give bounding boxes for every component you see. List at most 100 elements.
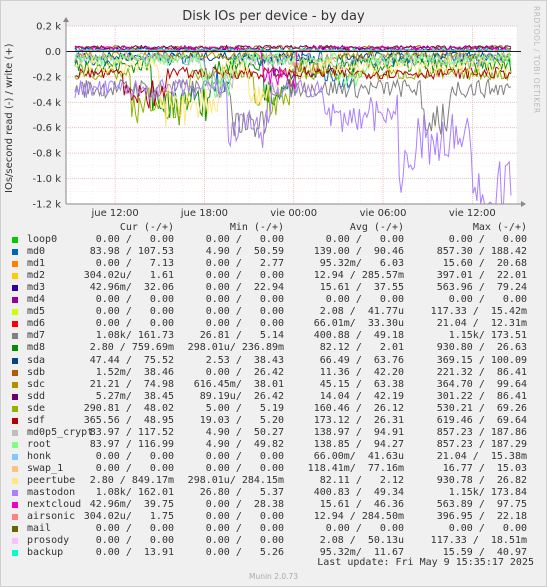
legend-series-name: md5: [27, 306, 46, 318]
legend-value-min: 0.00 / 0.00: [205, 450, 284, 462]
legend-swatch: [12, 237, 18, 244]
legend-swatch: [12, 321, 18, 328]
legend-value-avg: 15.61 / 37.55: [319, 282, 404, 294]
legend-value-avg: 173.12 / 26.31: [313, 414, 404, 426]
legend-row: md3 42.96m/ 32.06 0.00 / 22.94 15.61 / 37.5…: [12, 282, 547, 294]
legend-value-min: 0.00 / 0.00: [205, 511, 284, 523]
legend-value-avg: 15.61 / 46.36: [319, 499, 404, 511]
legend-value-avg: 82.11 / 2.12: [319, 474, 404, 486]
legend-series-name: honk: [27, 450, 52, 462]
legend-value-min: 0.00 / 0.00: [205, 318, 284, 330]
legend-value-cur: 1.08k/ 162.01: [95, 487, 174, 499]
legend-value-min: 5.00 / 5.19: [205, 402, 284, 414]
legend-value-avg: 2.08 / 50.13u: [319, 535, 404, 547]
legend-value-min: 0.00 / 0.00: [205, 234, 284, 246]
legend-value-avg: 95.32m/ 6.03: [319, 258, 404, 270]
legend-swatch: [12, 550, 18, 557]
legend-value-cur: 83.97 / 117.52: [89, 426, 174, 438]
legend-value-cur: 83.98 / 107.53: [89, 246, 174, 258]
x-tick-label: vie 06:00: [360, 208, 407, 219]
legend-column-header: Avg (-/+): [349, 222, 404, 233]
legend-value-max: 117.33 / 15.42m: [430, 306, 527, 318]
legend-series-name: md0: [27, 246, 46, 258]
legend-row: sda 47.44 / 75.52 2.53 / 38.43 66.49 / 63.7…: [12, 355, 547, 367]
legend-value-cur: 0.00 / 0.00: [95, 234, 174, 246]
legend-swatch: [12, 477, 18, 484]
legend-value-max: 15.60 / 20.68: [442, 258, 527, 270]
legend-value-max: 857.23 / 187.29: [436, 438, 527, 450]
legend-row: md2 304.02u/ 1.61 0.00 / 0.00 12.94 / 285.5…: [12, 270, 547, 282]
legend-series-name: md0p5_crypt: [27, 426, 94, 438]
legend-swatch: [12, 285, 18, 292]
x-tick-label: jue 18:00: [180, 208, 228, 219]
y-tick-label: -0.4 k: [33, 98, 62, 109]
legend-value-max: 563.89 / 97.75: [436, 499, 527, 511]
legend-value-cur: 0.00 / 7.13: [95, 258, 174, 270]
legend-value-cur: 290.81 / 48.02: [83, 402, 174, 414]
legend-value-cur: 0.00 / 0.00: [95, 535, 174, 547]
legend-value-min: 26.81 / 5.14: [199, 330, 284, 342]
legend-value-min: 0.00 / 28.38: [205, 499, 284, 511]
legend-value-cur: 304.02u/ 1.75: [83, 511, 174, 523]
legend-series-name: prosody: [27, 535, 70, 547]
legend-value-max: 301.22 / 86.41: [436, 390, 527, 402]
legend-swatch: [12, 405, 18, 412]
legend-value-cur: 0.00 / 0.00: [95, 306, 174, 318]
legend-value-max: 117.33 / 18.51m: [430, 535, 527, 547]
legend-swatch: [12, 345, 18, 352]
legend-value-avg: 11.36 / 42.20: [319, 366, 404, 378]
legend-series-name: md6: [27, 318, 46, 330]
legend-series-name: backup: [27, 547, 64, 559]
x-tick-label: jue 12:00: [90, 208, 138, 219]
legend-swatch: [12, 249, 18, 256]
legend-value-avg: 66.49 / 63.76: [319, 354, 404, 366]
legend-value-cur: 1.08k/ 161.73: [95, 330, 174, 342]
legend-value-cur: 47.44 / 75.52: [89, 354, 174, 366]
legend-row: sdf 365.56 / 48.95 19.03 / 5.20 173.12 / 26…: [12, 415, 547, 427]
legend-value-max: 857.30 / 188.42: [436, 246, 527, 258]
legend-swatch: [12, 429, 18, 436]
legend-value-max: 221.32 / 86.41: [436, 366, 527, 378]
legend-value-avg: 12.94 / 285.57m: [313, 270, 404, 282]
legend-row: mastodon 1.08k/ 162.01 26.80 / 5.37 400.83 …: [12, 487, 547, 499]
legend-column-header: Max (-/+): [472, 222, 527, 233]
legend-value-min: 4.90 / 49.82: [205, 438, 284, 450]
y-tick-label: -1.0 k: [33, 174, 62, 185]
legend-value-avg: 400.83 / 49.34: [313, 487, 404, 499]
legend-row: swap_1 0.00 / 0.00 0.00 / 0.00 118.41m/ 77.…: [12, 463, 547, 475]
legend-row: md7 1.08k/ 161.73 26.81 / 5.14 400.88 / 49.…: [12, 330, 547, 342]
legend-series-name: loop0: [27, 234, 58, 246]
legend-series-name: airsonic: [27, 511, 76, 523]
legend-swatch: [12, 514, 18, 521]
legend-row: sdc 21.21 / 74.98 616.45m/ 38.01 45.15 / 63…: [12, 379, 547, 391]
legend-series-name: mail: [27, 523, 52, 535]
legend-value-cur: 2.80 / 759.69m: [89, 342, 174, 354]
legend-value-cur: 1.52m/ 38.46: [95, 366, 174, 378]
legend-value-max: 857.23 / 187.86: [436, 426, 527, 438]
legend-series-name: md8: [27, 342, 46, 354]
legend-value-min: 4.90 / 50.59: [205, 246, 284, 258]
legend-value-cur: 42.96m/ 32.06: [89, 282, 174, 294]
legend-swatch: [12, 453, 18, 460]
legend-value-max: 563.96 / 79.24: [436, 282, 527, 294]
legend-row: peertube 2.80 / 849.17m 298.01u/ 284.15m 82…: [12, 475, 547, 487]
legend-series-name: sdc: [27, 378, 46, 390]
legend-series-name: mastodon: [27, 487, 76, 499]
y-tick-label: -0.2 k: [33, 72, 62, 83]
y-tick-label: -0.8 k: [33, 149, 62, 160]
legend-value-min: 0.00 / 0.00: [205, 270, 284, 282]
legend-value-cur: 21.21 / 74.98: [89, 378, 174, 390]
legend-row: prosody 0.00 / 0.00 0.00 / 0.00 2.08 / 50.1…: [12, 535, 547, 547]
legend-series-name: sdf: [27, 414, 46, 426]
legend-value-min: 298.01u/ 284.15m: [187, 474, 284, 486]
legend-value-cur: 0.00 / 0.00: [95, 523, 174, 535]
legend-series-name: md3: [27, 282, 46, 294]
legend-value-max: 1.15k/ 173.84: [448, 487, 527, 499]
legend-header: Cur (-/+) Min (-/+) Avg (-/+) Max (-/+): [12, 222, 547, 234]
legend-value-cur: 0.00 / 0.00: [95, 318, 174, 330]
legend-value-avg: 0.00 / 0.00: [325, 234, 404, 246]
legend-value-min: 0.00 / 0.00: [205, 462, 284, 474]
legend-value-max: 369.15 / 100.09: [436, 354, 527, 366]
legend-series-name: md1: [27, 258, 46, 270]
x-tick-label: vie 00:00: [270, 208, 317, 219]
